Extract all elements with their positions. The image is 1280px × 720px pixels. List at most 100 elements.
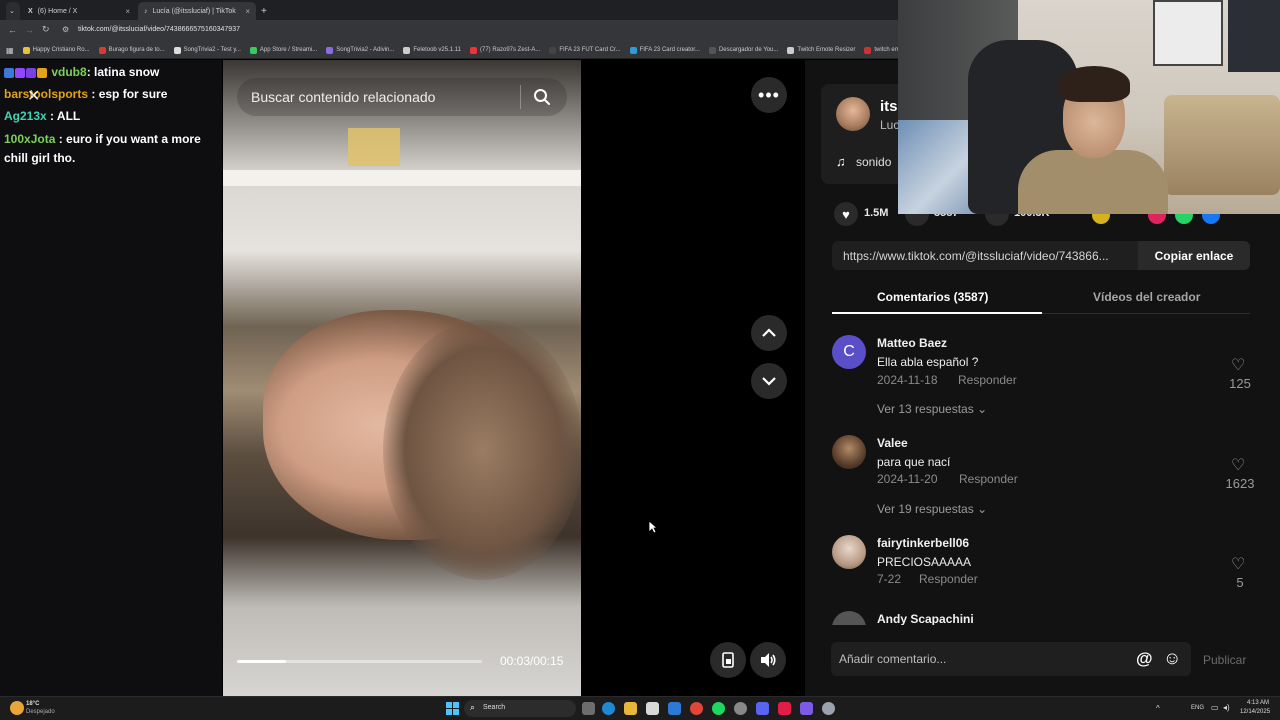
bookmark-item[interactable]: Descargador de You... <box>708 46 787 54</box>
related-search-input[interactable]: Buscar contenido relacionado <box>251 89 435 105</box>
like-count: 1.5M <box>864 207 889 219</box>
app-gear-icon[interactable] <box>822 702 835 715</box>
publish-button[interactable]: Publicar <box>1203 653 1246 667</box>
video-player[interactable] <box>223 60 581 696</box>
comment-text: PRECIOSAAAAA <box>877 555 972 569</box>
tab-tiktok[interactable]: ♪ Lucía (@itssluciaf) | TikTok × <box>138 2 256 20</box>
bookmark-item[interactable]: Twitch Emote Resizer <box>787 46 864 54</box>
chrome-icon[interactable] <box>690 702 703 715</box>
clock-time[interactable]: 4:13 AM <box>1247 700 1269 706</box>
tab-comments[interactable]: Comentarios (3587) <box>877 290 988 304</box>
comment-avatar[interactable] <box>832 611 866 625</box>
forward-arrow-icon[interactable]: → <box>25 25 34 35</box>
chevron-down-icon: ⌄ <box>9 8 15 15</box>
bookmark-item[interactable]: FIFA 23 Card creator... <box>629 46 709 54</box>
view-replies-button[interactable]: Ver 19 respuestas ⌄ <box>877 502 987 516</box>
apps-grid-icon[interactable]: ▦ <box>6 46 23 55</box>
reply-button[interactable]: Responder <box>958 373 1017 387</box>
site-info-icon[interactable]: ⚙ <box>62 25 69 34</box>
close-icon[interactable]: × <box>125 7 130 16</box>
new-tab-button[interactable]: + <box>258 2 272 20</box>
bookmark-item[interactable]: (77) Razo97s Zest-A... <box>469 46 549 54</box>
bookmark-item[interactable]: Feletoob v25.1.11 <box>403 46 470 54</box>
chat-username[interactable]: Ag213x <box>4 109 47 123</box>
mention-icon[interactable]: @ <box>1136 649 1153 669</box>
task-view-icon[interactable] <box>582 702 595 715</box>
comment-text: para que nací <box>877 455 951 469</box>
bookmark-item[interactable]: SongTrivia2 - Adivin... <box>326 46 403 54</box>
music-note-icon: ♫ <box>836 154 846 169</box>
comment-username[interactable]: fairytinkerbell06 <box>877 536 969 550</box>
comment-username[interactable]: Matteo Baez <box>877 336 947 350</box>
store-icon[interactable] <box>646 702 659 715</box>
chat-text: latina snow <box>94 65 160 79</box>
chat-username[interactable]: 100xJota <box>4 132 55 146</box>
comment-avatar[interactable] <box>832 535 866 569</box>
reply-button[interactable]: Responder <box>959 472 1018 486</box>
clock-date[interactable]: 12/14/2025 <box>1240 709 1270 715</box>
volume-tray-icon[interactable]: ◂) <box>1223 703 1230 712</box>
chat-username[interactable]: barstoolsports <box>4 87 88 101</box>
bookmark-item[interactable]: Happy Cristiano Ro... <box>22 46 99 54</box>
copy-link-button[interactable]: Copiar enlace <box>1138 241 1250 270</box>
bookmark-item[interactable]: SongTrivia2 - Test y... <box>173 46 250 54</box>
like-button[interactable]: ♥ <box>834 202 858 226</box>
heart-outline-icon[interactable]: ♡ <box>1231 455 1245 475</box>
discord-icon[interactable] <box>756 702 769 715</box>
chat-message: 100xJota : euro if you want a more chill… <box>4 130 218 168</box>
comment-avatar[interactable] <box>832 435 866 469</box>
close-icon[interactable]: ✕ <box>27 86 40 106</box>
spotify-icon[interactable] <box>712 702 725 715</box>
network-icon[interactable]: ▭ <box>1211 703 1219 712</box>
close-icon[interactable]: × <box>245 7 250 16</box>
bookmark-item[interactable]: Burago figura de to... <box>98 46 174 54</box>
chat-username[interactable]: vdub8 <box>51 65 86 79</box>
comment-avatar[interactable]: C <box>832 335 866 369</box>
file-explorer-icon[interactable] <box>624 702 637 715</box>
music-app-icon[interactable] <box>778 702 791 715</box>
previous-video-button[interactable] <box>751 315 787 351</box>
url-field[interactable]: tiktok.com/@itssluciaf/video/74386665751… <box>78 26 240 33</box>
tab-menu-button[interactable]: ⌄ <box>6 2 20 20</box>
share-link-text[interactable]: https://www.tiktok.com/@itssluciaf/video… <box>843 249 1109 263</box>
mail-icon[interactable] <box>668 702 681 715</box>
volume-button[interactable] <box>750 642 786 678</box>
search-icon[interactable] <box>533 88 551 106</box>
comment-username[interactable]: Valee <box>877 436 908 450</box>
comment-input[interactable]: Añadir comentario... <box>839 652 946 666</box>
next-video-button[interactable] <box>751 363 787 399</box>
bookmark-favicon-icon <box>469 46 477 54</box>
comment-date: 2024-11-18 <box>877 373 938 387</box>
reply-button[interactable]: Responder <box>919 572 978 586</box>
bookmark-item[interactable]: App Store / Streami... <box>249 46 326 54</box>
language-indicator[interactable]: ENG <box>1191 705 1204 711</box>
sound-link[interactable]: sonido <box>856 155 891 169</box>
heart-outline-icon[interactable]: ♡ <box>1231 355 1245 375</box>
back-arrow-icon[interactable]: ← <box>8 25 17 35</box>
bookmark-favicon-icon <box>864 46 872 54</box>
comment-username[interactable]: Andy Scapachini <box>877 612 974 625</box>
reload-icon[interactable]: ↻ <box>42 24 50 35</box>
view-replies-button[interactable]: Ver 13 respuestas ⌄ <box>877 402 987 416</box>
taskbar-search-box[interactable]: ⌕ Search <box>464 700 576 717</box>
bookmark-item[interactable]: FIFA 23 FUT Card Cr... <box>549 46 629 54</box>
settings-gear-icon[interactable] <box>734 702 747 715</box>
picture-in-picture-button[interactable] <box>710 642 746 678</box>
edge-browser-icon[interactable] <box>602 702 615 715</box>
bookmark-favicon-icon <box>173 46 181 54</box>
teams-icon[interactable] <box>800 702 813 715</box>
comment-item-partial: Andy Scapachini <box>805 608 1250 625</box>
tray-chevron-up-icon[interactable]: ^ <box>1156 704 1160 713</box>
heart-outline-icon[interactable]: ♡ <box>1231 554 1245 574</box>
mouse-cursor-icon <box>648 520 658 534</box>
emoji-icon[interactable]: ☺ <box>1163 648 1181 669</box>
creator-avatar[interactable] <box>836 97 870 131</box>
webcam-sofa <box>1164 95 1280 195</box>
more-options-button[interactable]: ••• <box>751 77 787 113</box>
creator-handle[interactable]: its <box>880 98 898 115</box>
tab-creator-videos[interactable]: Vídeos del creador <box>1093 290 1200 304</box>
weather-icon[interactable] <box>10 701 24 715</box>
tab-home-x[interactable]: X (6) Home / X × <box>22 2 136 20</box>
chat-colon: : <box>46 109 57 123</box>
windows-start-icon[interactable] <box>446 702 459 715</box>
